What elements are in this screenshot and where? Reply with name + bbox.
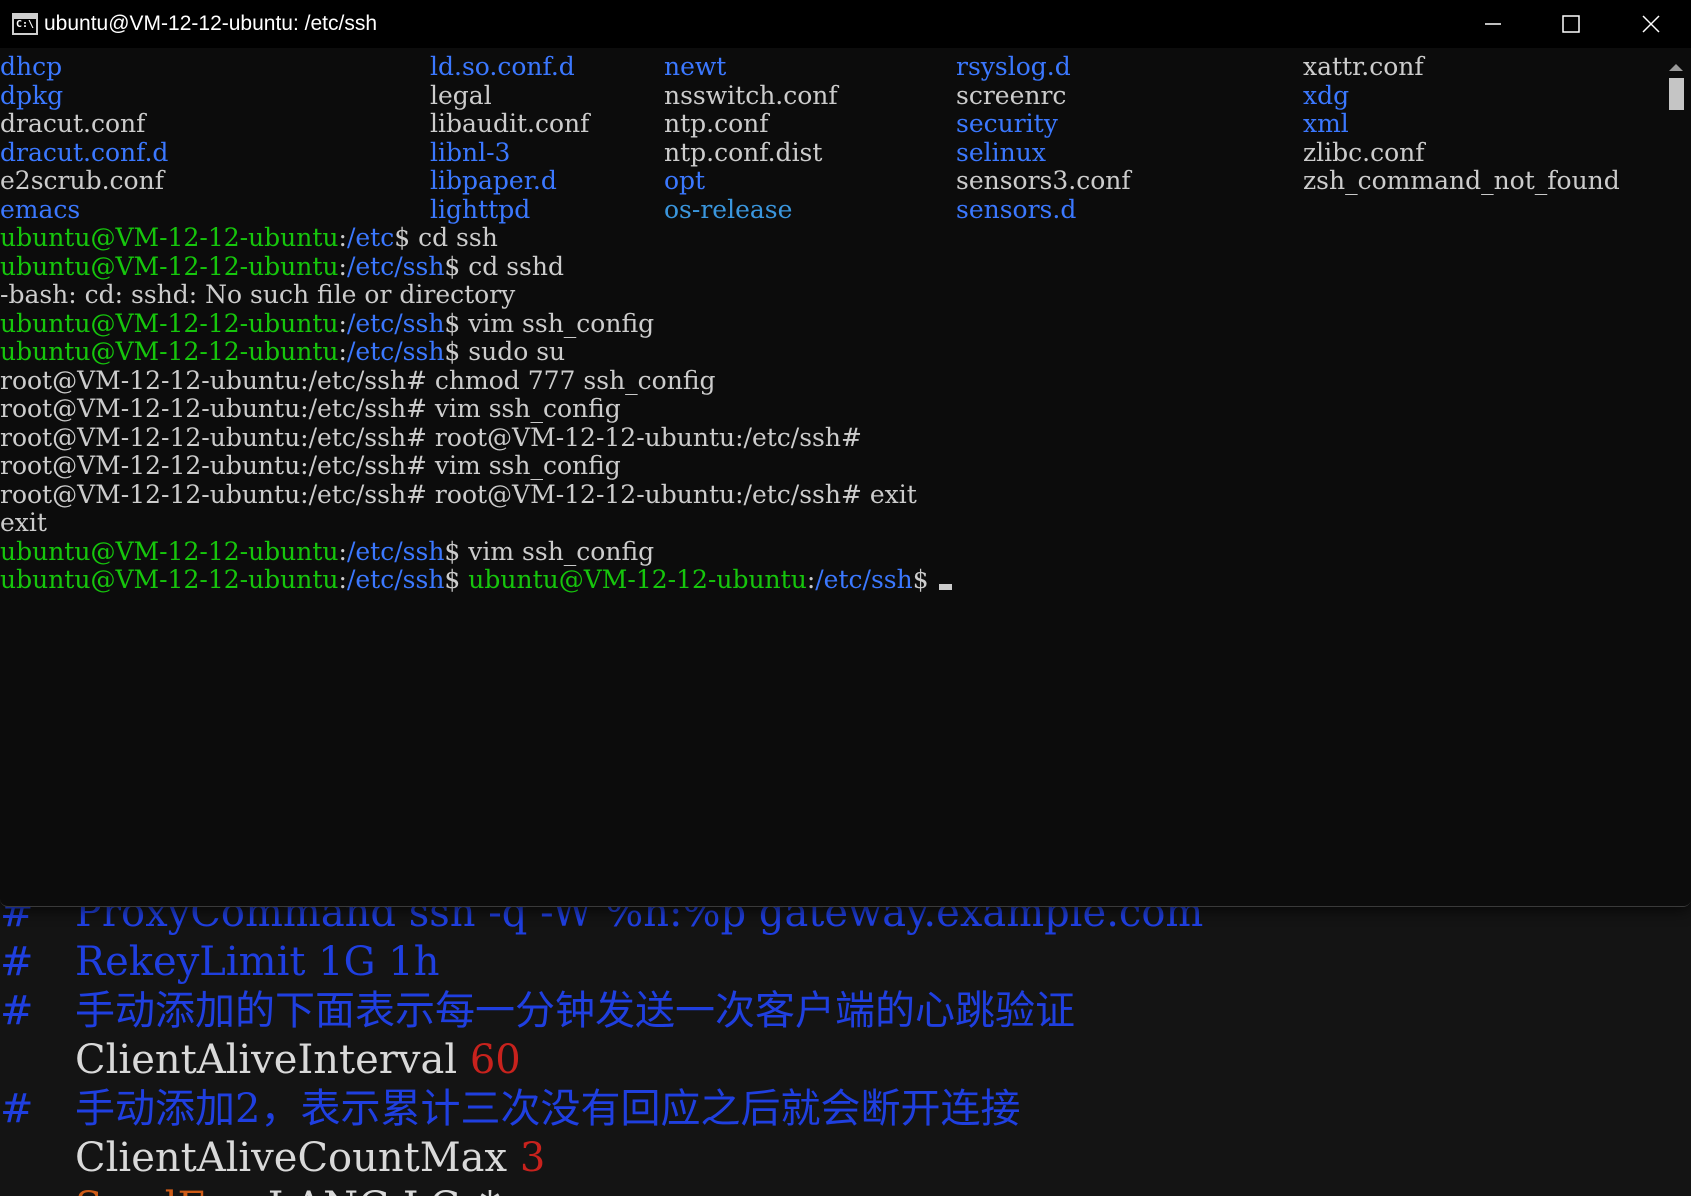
listing-entry: xattr.conf: [1303, 52, 1424, 81]
listing-entry: libpaper.d: [430, 166, 557, 195]
vim-line: # 手动添加2，表示累计三次没有回应之后就会断开连接: [0, 1084, 1691, 1134]
vim-line: # 手动添加的下面表示每一分钟发送一次客户端的心跳验证: [0, 986, 1691, 1036]
listing-entry: newt: [664, 52, 727, 81]
vim-code-text: SendEnv: [75, 1184, 255, 1196]
minimize-icon: [1485, 23, 1501, 25]
output-line: -bash: cd: sshd: No such file or directo…: [0, 280, 516, 309]
listing-entry: screenrc: [956, 80, 1067, 110]
listing-entry: dpkg: [0, 80, 64, 110]
prompt-line: ubuntu@VM-12-12-ubuntu:/etc/ssh$ vim ssh…: [0, 308, 655, 338]
vim-code: ClientAliveInterval 60: [75, 1035, 521, 1085]
vim-comment-marker: #: [0, 939, 34, 985]
listing-entry: ntp.conf.dist: [664, 137, 823, 167]
scroll-up-arrow-icon[interactable]: [1669, 64, 1683, 71]
vim-code: ClientAliveCountMax 3: [75, 1133, 545, 1183]
close-button[interactable]: [1611, 0, 1691, 48]
vim-code-rest: LANG LC_*: [255, 1184, 500, 1196]
vim-line: # RekeyLimit 1G 1h: [0, 937, 1691, 987]
prompt-line: ubuntu@VM-12-12-ubuntu:/etc/ssh$ cd sshd: [0, 251, 564, 281]
listing-entry: security: [956, 109, 1058, 138]
prompt-line-current[interactable]: ubuntu@VM-12-12-ubuntu:/etc/ssh$ ubuntu@…: [0, 565, 952, 595]
listing-entry: nsswitch.conf: [664, 80, 838, 110]
listing-entry: dhcp: [0, 52, 63, 81]
listing-entry: e2scrub.conf: [0, 166, 164, 195]
minimize-button[interactable]: [1453, 0, 1533, 48]
title-bar[interactable]: C:\ ubuntu@VM-12-12-ubuntu: /etc/ssh: [0, 0, 1691, 48]
listing-entry: sensors3.conf: [956, 166, 1131, 195]
vim-code-text: ClientAliveInterval: [75, 1037, 470, 1083]
app-icon-text: C:\: [16, 19, 35, 30]
output-line: root@VM-12-12-ubuntu:/etc/ssh# root@VM-1…: [0, 479, 917, 509]
output-line: root@VM-12-12-ubuntu:/etc/ssh# vim ssh_c…: [0, 394, 621, 423]
text-cursor: [938, 584, 952, 590]
listing-entry: sensors.d: [956, 194, 1077, 224]
listing-entry: libnl-3: [430, 137, 511, 167]
listing-entry: xdg: [1303, 80, 1350, 110]
listing-entry: ld.so.conf.d: [430, 52, 575, 81]
output-line: root@VM-12-12-ubuntu:/etc/ssh# chmod 777…: [0, 365, 716, 395]
listing-entry: os-release: [664, 194, 793, 224]
maximize-button[interactable]: [1531, 0, 1611, 48]
listing-entry: emacs: [0, 194, 81, 224]
vim-line: ClientAliveInterval 60: [0, 1035, 1691, 1085]
vim-code-text: 手动添加2，表示累计三次没有回应之后就会断开连接: [75, 1086, 1021, 1132]
listing-entry: dracut.conf: [0, 109, 146, 138]
terminal-app-icon: C:\: [12, 13, 38, 35]
close-icon: [1642, 15, 1660, 33]
listing-entry: opt: [664, 166, 706, 195]
prompt-line: ubuntu@VM-12-12-ubuntu:/etc$ cd ssh: [0, 223, 498, 252]
maximize-icon: [1562, 15, 1580, 33]
listing-entry: ntp.conf: [664, 109, 769, 138]
output-line: exit: [0, 508, 47, 537]
listing-entry: legal: [430, 80, 492, 110]
listing-entry: lighttpd: [430, 194, 531, 224]
vim-code: 手动添加的下面表示每一分钟发送一次客户端的心跳验证: [75, 986, 1075, 1036]
vim-code: 手动添加2，表示累计三次没有回应之后就会断开连接: [75, 1084, 1020, 1134]
listing-entry: rsyslog.d: [956, 52, 1071, 81]
terminal-output[interactable]: dhcp ld.so.conf.d newt rsyslog.d xattr.conf d…: [0, 50, 1660, 906]
output-line: root@VM-12-12-ubuntu:/etc/ssh# vim ssh_c…: [0, 451, 621, 480]
listing-entry: zlibc.conf: [1303, 137, 1425, 167]
prompt-line: ubuntu@VM-12-12-ubuntu:/etc/ssh$ vim ssh…: [0, 536, 655, 566]
vim-line: ClientAliveCountMax 3: [0, 1133, 1691, 1183]
listing-entry: zsh_command_not_found: [1303, 166, 1620, 195]
scroll-thumb[interactable]: [1669, 78, 1684, 110]
vim-comment-marker: #: [0, 1086, 34, 1132]
vim-comment-marker: #: [0, 988, 34, 1034]
output-line: root@VM-12-12-ubuntu:/etc/ssh# root@VM-1…: [0, 422, 862, 452]
vim-code: RekeyLimit 1G 1h: [75, 937, 440, 987]
vim-code: SendEnv LANG LC_*: [75, 1182, 500, 1196]
listing-entry: dracut.conf.d: [0, 137, 169, 167]
vim-code-text: 手动添加的下面表示每一分钟发送一次客户端的心跳验证: [75, 988, 1075, 1034]
scrollbar[interactable]: [1660, 48, 1691, 906]
terminal-window[interactable]: C:\ ubuntu@VM-12-12-ubuntu: /etc/ssh dhc…: [0, 0, 1691, 907]
vim-code-text: RekeyLimit 1G 1h: [75, 939, 440, 985]
listing-entry: selinux: [956, 137, 1046, 167]
vim-number-value: 60: [469, 1037, 521, 1083]
vim-number-value: 3: [519, 1135, 546, 1181]
listing-entry: xml: [1303, 109, 1349, 138]
window-title: ubuntu@VM-12-12-ubuntu: /etc/ssh: [44, 12, 378, 35]
vim-code-text: ClientAliveCountMax: [75, 1135, 520, 1181]
prompt-line: ubuntu@VM-12-12-ubuntu:/etc/ssh$ sudo su: [0, 337, 566, 366]
listing-entry: libaudit.conf: [430, 109, 590, 138]
vim-line: SendEnv LANG LC_*: [0, 1182, 1691, 1196]
